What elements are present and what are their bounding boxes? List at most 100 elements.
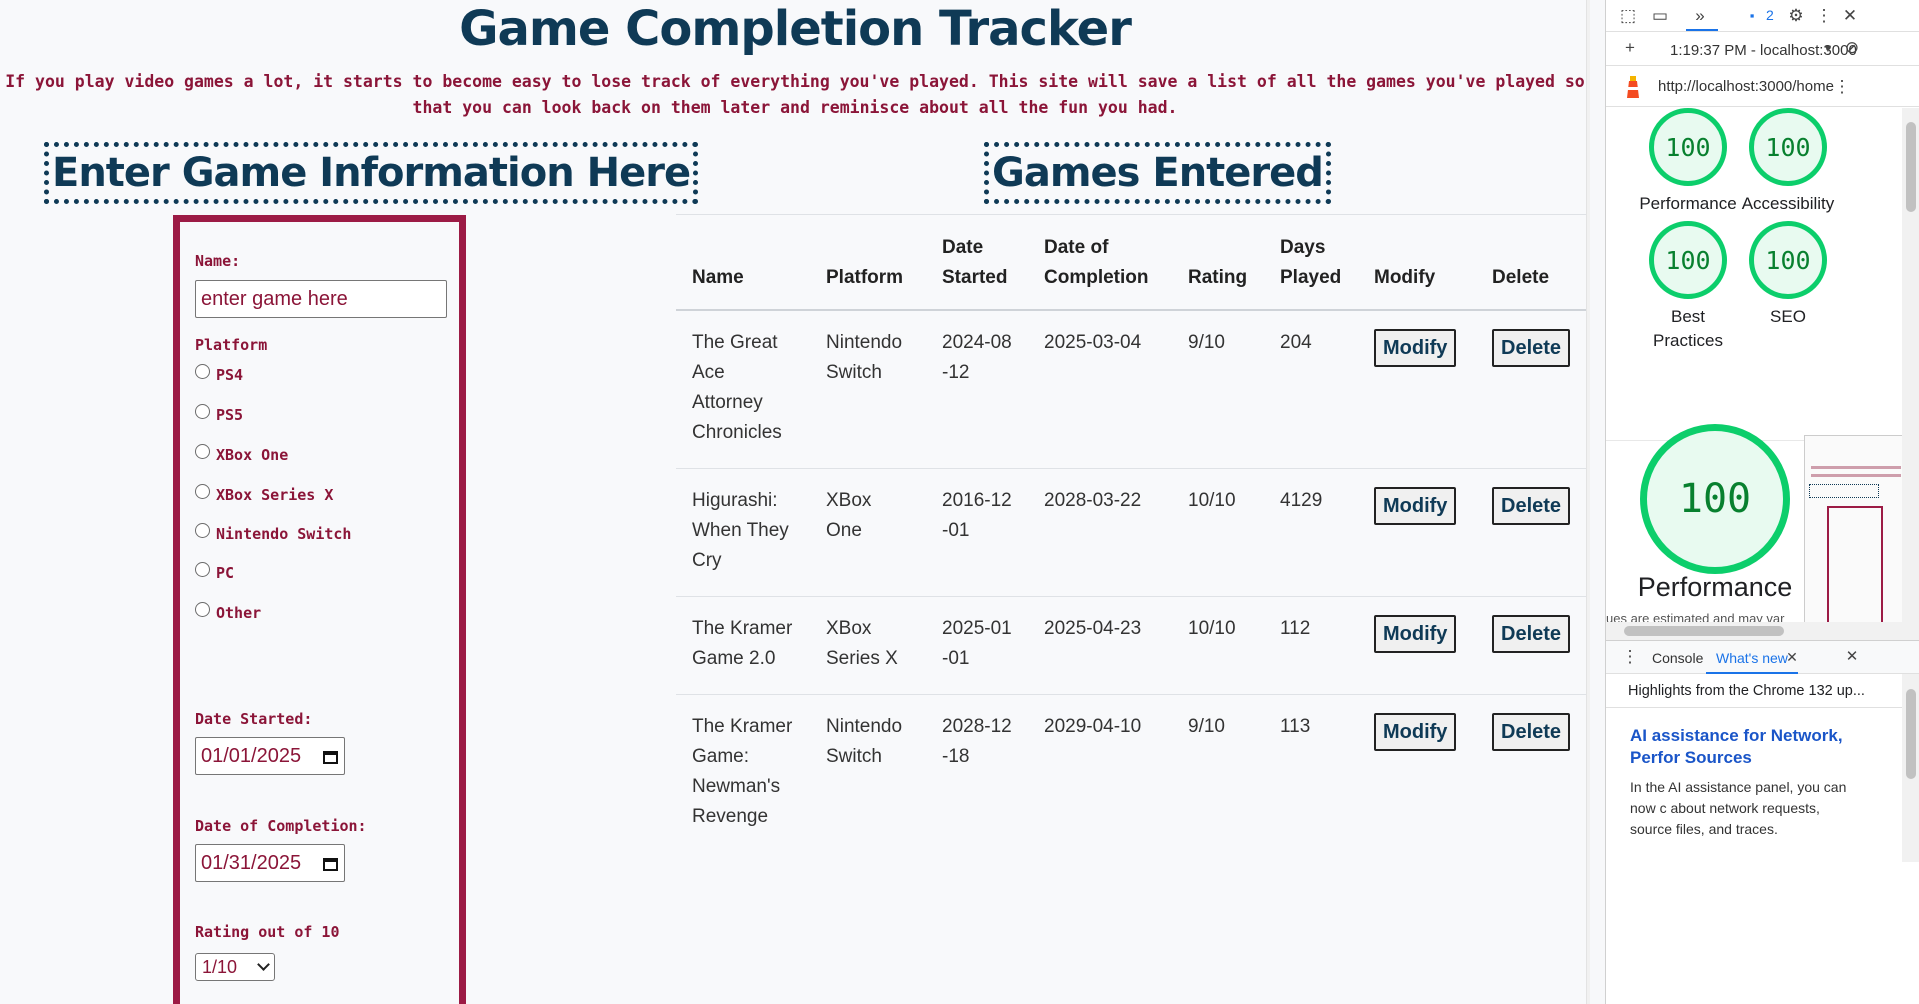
score-accessibility[interactable]: 100 Accessibility	[1728, 108, 1848, 216]
radio-ps4[interactable]	[195, 363, 210, 379]
active-drawer-tab-indicator	[1706, 672, 1798, 674]
active-tab-indicator	[1686, 29, 1718, 31]
table-header-row: Name Platform Date Started Date of Compl…	[676, 214, 1590, 311]
cell-modify: Modify	[1358, 468, 1476, 597]
date-completed-label: Date of Completion:	[195, 817, 367, 835]
calendar-icon[interactable]	[322, 748, 339, 765]
cell-rating: 9/10	[1172, 310, 1264, 469]
delete-button[interactable]: Delete	[1492, 487, 1571, 525]
calendar-icon[interactable]	[322, 855, 339, 872]
delete-button[interactable]: Delete	[1492, 713, 1571, 751]
whats-new-link[interactable]: AI assistance for Network, Perfor Source…	[1630, 725, 1860, 769]
platform-option-label: PS4	[216, 366, 244, 384]
platform-option-pc[interactable]: PC	[195, 561, 234, 582]
clear-icon[interactable]: ⊘	[1842, 38, 1862, 58]
drawer-scrollbar[interactable]	[1902, 675, 1919, 862]
score-label: Accessibility	[1741, 194, 1835, 213]
cell-delete: Delete	[1476, 596, 1590, 695]
radio-xbox-series-x[interactable]	[195, 483, 210, 499]
lighthouse-url: http://localhost:3000/home	[1658, 78, 1834, 95]
date-started-input[interactable]: 01/01/2025	[195, 737, 345, 775]
radio-nintendo-switch[interactable]	[195, 522, 210, 538]
platform-option-ps4[interactable]: PS4	[195, 363, 244, 384]
page-scrollbar[interactable]	[1586, 0, 1590, 1004]
cell-name: Higurashi: When They Cry	[676, 468, 810, 597]
games-table-container: Name Platform Date Started Date of Compl…	[676, 214, 1590, 852]
delete-button[interactable]: Delete	[1492, 329, 1571, 367]
rating-select[interactable]: 1/10	[195, 953, 275, 981]
cell-date-completed: 2025-04-23	[1028, 596, 1172, 695]
cell-platform: XBox One	[810, 468, 926, 597]
score-seo[interactable]: 100 SEO	[1728, 221, 1848, 329]
modify-button[interactable]: Modify	[1374, 329, 1457, 367]
lighthouse-logo-icon	[1627, 76, 1639, 98]
report-horizontal-thumb[interactable]	[1624, 626, 1784, 636]
cell-date-started: 2025-01-01	[926, 596, 1028, 695]
messages-icon[interactable]: ▪	[1742, 6, 1762, 26]
column-header-platform: Platform	[810, 214, 926, 311]
lighthouse-report-bar: + 1:19:37 PM - localhost:3000 ▼ ⊘	[1606, 33, 1919, 66]
more-options-icon[interactable]: ⋮	[1832, 77, 1852, 97]
devtools-panel: ⬚ ▭ » ▪ 2 ⚙ ⋮ ✕ + 1:19:37 PM - localhost…	[1605, 0, 1919, 1004]
whats-new-text: In the AI assistance panel, you can now …	[1630, 779, 1847, 837]
table-row: The Great Ace Attorney Chronicles Ninten…	[676, 310, 1590, 469]
date-started-value: 01/01/2025	[201, 744, 302, 767]
more-options-icon[interactable]: ⋮	[1814, 6, 1834, 26]
close-icon[interactable]: ✕	[1840, 6, 1860, 26]
platform-option-xbox-one[interactable]: XBox One	[195, 443, 288, 464]
tab-whats-new[interactable]: What's new	[1716, 650, 1788, 666]
platform-option-other[interactable]: Other	[195, 601, 261, 622]
report-horizontal-scrollbar[interactable]	[1606, 622, 1902, 640]
inspect-element-icon[interactable]: ⬚	[1618, 6, 1638, 26]
radio-xbox-one[interactable]	[195, 443, 210, 459]
cell-name: The Kramer Game: Newman's Revenge	[692, 716, 793, 827]
cell-date-completed: 2029-04-10	[1044, 716, 1142, 737]
radio-other[interactable]	[195, 601, 210, 617]
date-completed-input[interactable]: 01/31/2025	[195, 844, 345, 882]
report-scroll-thumb[interactable]	[1906, 122, 1916, 212]
date-completed-value: 01/31/2025	[201, 851, 302, 874]
radio-pc[interactable]	[195, 561, 210, 577]
close-tab-icon[interactable]: ✕	[1782, 647, 1802, 667]
intro-text: If you play video games a lot, it starts…	[5, 72, 1585, 117]
close-drawer-icon[interactable]: ✕	[1842, 647, 1862, 667]
platform-option-xbox-series-x[interactable]: XBox Series X	[195, 483, 334, 504]
cell-date-started: 2016-12-01	[926, 468, 1028, 597]
tab-console[interactable]: Console	[1652, 650, 1703, 666]
table-row: The Kramer Game: Newman's Revenge Ninten…	[676, 695, 1590, 853]
platform-option-ps5[interactable]: PS5	[195, 403, 243, 424]
table-row: The Kramer Game 2.0 XBox Series X 2025-0…	[676, 596, 1590, 695]
message-count[interactable]: 2	[1766, 7, 1774, 23]
gear-icon[interactable]: ⚙	[1786, 6, 1806, 26]
form-heading: Enter Game Information Here	[44, 142, 699, 204]
column-header-rating: Rating	[1172, 214, 1264, 311]
modify-button[interactable]: Modify	[1374, 713, 1457, 751]
delete-button[interactable]: Delete	[1492, 615, 1571, 653]
cell-date-completed: 2028-03-22	[1028, 468, 1172, 597]
plus-icon[interactable]: +	[1620, 38, 1640, 58]
more-tabs-icon[interactable]: »	[1690, 6, 1710, 26]
page-title: Game Completion Tracker	[459, 1, 1132, 57]
modify-button[interactable]: Modify	[1374, 615, 1457, 653]
chevron-down-icon[interactable]: ▼	[1818, 39, 1838, 59]
column-header-date-completed: Date of Completion	[1028, 214, 1172, 311]
whats-new-highlights: Highlights from the Chrome 132 up...	[1628, 683, 1865, 699]
drawer-menu-icon[interactable]: ⋮	[1620, 647, 1640, 667]
cell-date-completed: 2025-03-04	[1028, 310, 1172, 469]
cell-name: The Great Ace Attorney Chronicles	[676, 310, 810, 469]
score-gauge: 100	[1749, 221, 1827, 299]
platform-option-label: XBox Series X	[216, 486, 334, 504]
name-input[interactable]	[195, 280, 447, 318]
score-label: SEO	[1770, 307, 1806, 326]
platform-option-nintendo-switch[interactable]: Nintendo Switch	[195, 522, 351, 543]
score-gauge: 100	[1649, 108, 1727, 186]
modify-button[interactable]: Modify	[1374, 487, 1457, 525]
drawer-scroll-thumb[interactable]	[1906, 689, 1916, 779]
cell-platform: XBox Series X	[810, 596, 926, 695]
performance-big-gauge: 100	[1640, 424, 1790, 574]
cell-platform: Nintendo Switch	[810, 310, 926, 469]
games-table: Name Platform Date Started Date of Compl…	[676, 214, 1590, 852]
radio-ps5[interactable]	[195, 403, 210, 419]
device-toolbar-icon[interactable]: ▭	[1650, 6, 1670, 26]
column-header-modify: Modify	[1358, 214, 1476, 311]
